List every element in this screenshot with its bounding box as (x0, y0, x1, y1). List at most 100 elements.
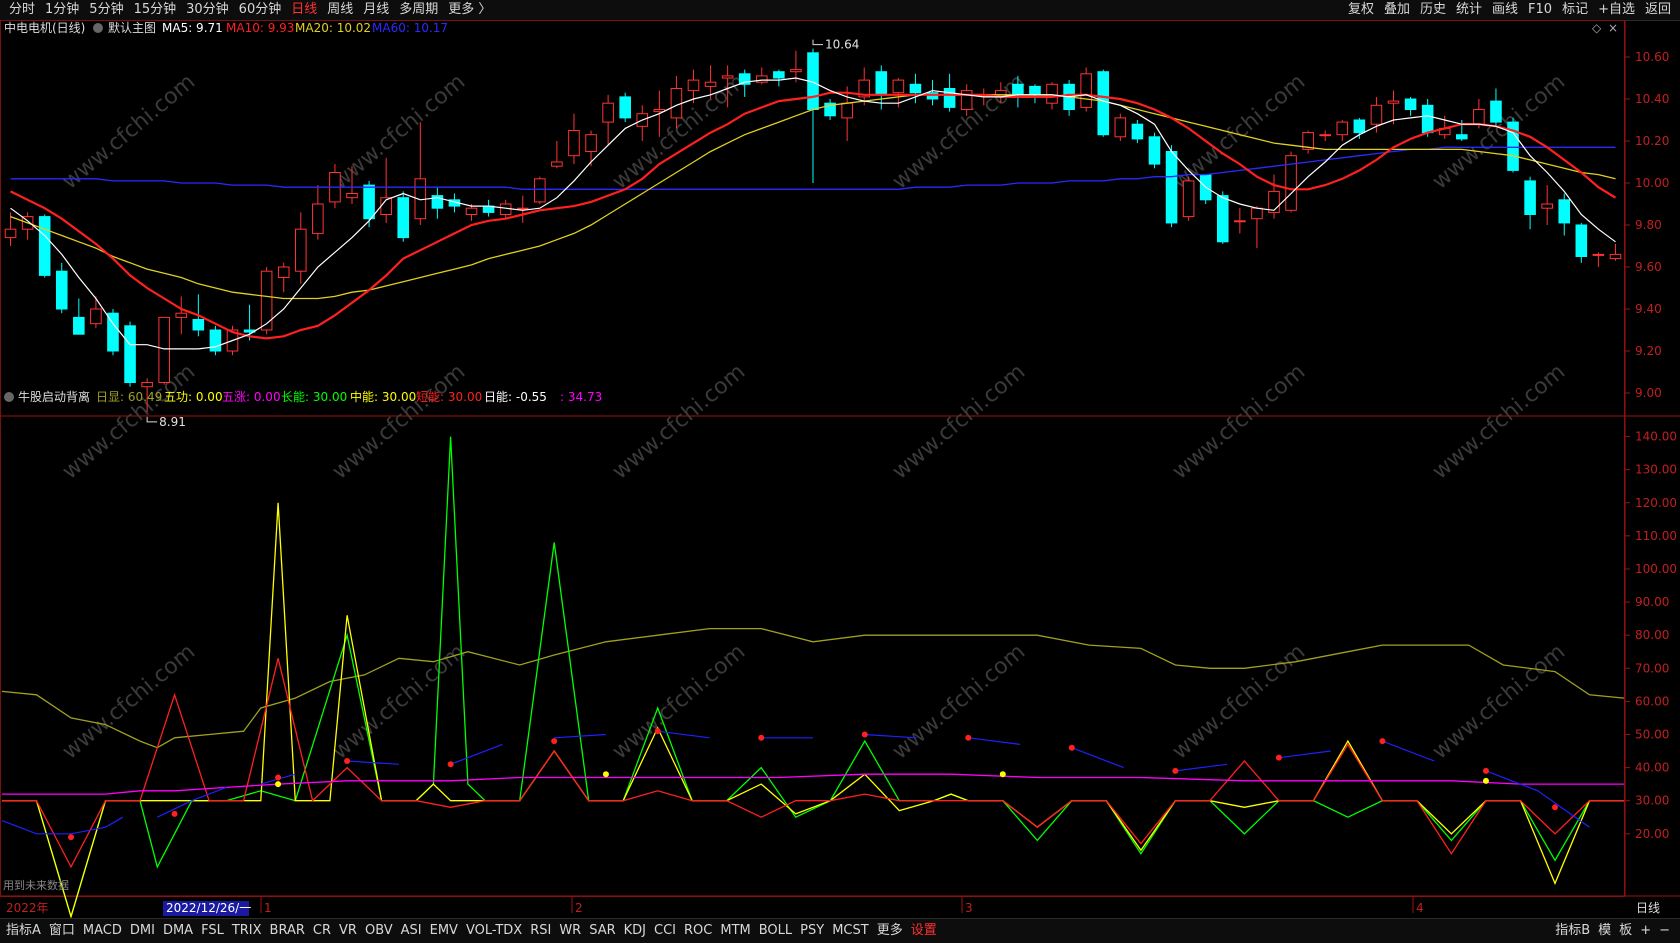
candle-body (1319, 134, 1332, 137)
watermark-text: www.cfchi.com (608, 359, 750, 484)
candle (1490, 88, 1502, 127)
bottom-tool-button[interactable]: + (1636, 922, 1655, 939)
indicator-tab[interactable]: BRAR (266, 922, 309, 939)
indicator-tab[interactable]: ASI (397, 922, 426, 939)
candle-body (90, 308, 102, 325)
indicator-tab[interactable]: CCI (650, 922, 680, 939)
indicator-tab[interactable]: OBV (361, 922, 397, 939)
signal-dot (447, 761, 454, 768)
indicator-tab[interactable]: MTM (716, 922, 754, 939)
indicator-tab[interactable]: MACD (79, 922, 126, 939)
period-tab[interactable]: 30分钟 (181, 2, 234, 18)
template-name[interactable]: 默认主图 (108, 20, 156, 35)
toolbar-button[interactable]: +自选 (1593, 2, 1640, 18)
period-tab[interactable]: 月线 (358, 2, 394, 18)
indicator-tab[interactable]: 窗口 (45, 922, 79, 939)
indicator-tab[interactable]: WR (555, 922, 585, 939)
period-tab[interactable]: 周线 (322, 2, 358, 18)
period-tab[interactable]: 多周期 (394, 2, 443, 18)
candle-body (1182, 180, 1195, 218)
candle-body (397, 197, 410, 239)
candle (1609, 243, 1622, 261)
toolbar-button[interactable]: 统计 (1451, 2, 1487, 18)
candle (551, 141, 563, 169)
diamond-icon[interactable]: ◇ (1592, 21, 1602, 35)
bottom-tool-button[interactable]: 指标B (1551, 922, 1594, 939)
candle-body (1097, 71, 1110, 136)
indicator-tab[interactable]: TRIX (228, 922, 266, 939)
candle (482, 199, 495, 217)
indicator-tab[interactable]: FSL (197, 922, 228, 939)
indicator-tab[interactable]: 更多 (873, 922, 907, 939)
indicator-menu-icon[interactable] (4, 392, 14, 402)
candle (755, 67, 768, 85)
candle (73, 298, 85, 335)
toolbar-button[interactable]: 标记 (1557, 2, 1593, 18)
period-tab[interactable]: 15分钟 (129, 2, 182, 18)
indicator-tab[interactable]: BOLL (755, 922, 796, 939)
indicator-tick-label: 140.00 (1635, 430, 1677, 444)
indicator-legend-item: : 34.73 (560, 390, 602, 404)
bottom-tool-button[interactable]: 模 (1594, 922, 1615, 939)
indicator-tab[interactable]: CR (309, 922, 335, 939)
candle-body (704, 81, 717, 87)
indicator-line (1, 627, 1625, 749)
watermark-text: www.cfchi.com (1168, 359, 1310, 484)
indicator-tab[interactable]: EMV (426, 922, 462, 939)
indicator-tab[interactable]: DMA (159, 922, 197, 939)
candle (1302, 130, 1314, 154)
candle-body (585, 134, 597, 152)
candle (619, 92, 631, 123)
watermark-text: www.cfchi.com (1428, 639, 1570, 764)
candle (380, 157, 392, 223)
signal-dot (1275, 754, 1282, 761)
indicator-tab[interactable]: RSI (526, 922, 555, 939)
toolbar-button[interactable]: 返回 (1640, 2, 1676, 18)
candle-body (516, 207, 529, 210)
candle (1507, 117, 1519, 173)
period-tab[interactable]: 60分钟 (234, 2, 287, 18)
candle-body (1148, 136, 1161, 165)
period-tab[interactable]: 更多 〉 (443, 2, 496, 18)
time-axis: 2022年 2022/12/26/一 1 2 3 4 日线 (6, 897, 1660, 916)
period-tab[interactable]: 1分钟 (40, 2, 84, 18)
template-icon[interactable] (93, 23, 103, 33)
candle (1131, 120, 1144, 144)
indicator-tab[interactable]: KDJ (620, 922, 650, 939)
indicator-tab[interactable]: DMI (126, 922, 159, 939)
period-tab[interactable]: 分时 (4, 2, 40, 18)
indicator-tab[interactable]: MCST (828, 922, 873, 939)
indicator-tab[interactable]: VOL-TDX (462, 922, 526, 939)
toolbar-button[interactable]: F10 (1523, 2, 1557, 18)
indicator-tab[interactable]: VR (335, 922, 361, 939)
indicator-tick-label: 70.00 (1635, 661, 1669, 675)
top-toolbar: 分时 1分钟 5分钟 15分钟 30分钟 60分钟 日线 周线 月线 多周期 更多 〉 复权 叠加 历史… (0, 0, 1680, 21)
indicator-tab[interactable]: 设置 (907, 922, 941, 939)
indicator-tab[interactable]: 指标A (2, 922, 45, 939)
candle (107, 309, 119, 356)
bottom-tool-button[interactable]: 板 (1615, 922, 1636, 939)
indicator-tab[interactable]: ROC (680, 922, 716, 939)
candle-body (141, 382, 153, 388)
indicator-legend-item: 五涨: 0.00 (222, 389, 281, 404)
candle-body (1370, 104, 1383, 125)
toolbar-button[interactable]: 叠加 (1379, 2, 1415, 18)
price-tick-label: 10.20 (1635, 134, 1669, 148)
close-icon[interactable]: × (1608, 21, 1618, 35)
signal-dot (1482, 777, 1489, 784)
candle-body (73, 316, 85, 335)
toolbar-button[interactable]: 画线 (1487, 2, 1523, 18)
candle-body (294, 228, 307, 272)
period-tab[interactable]: 5分钟 (84, 2, 128, 18)
bottom-tool-button[interactable]: − (1655, 922, 1674, 939)
indicator-tab[interactable]: SAR (585, 922, 619, 939)
watermark: www.cfchi.com www.cfchi.com www.cfchi.com w… (58, 69, 1570, 764)
indicator-legend-item: 五功: 0.00 (164, 390, 223, 404)
period-tab[interactable]: 日线 (286, 2, 322, 18)
indicator-tab[interactable]: PSY (796, 922, 828, 939)
toolbar-button[interactable]: 历史 (1415, 2, 1451, 18)
candle-body (909, 83, 922, 94)
toolbar-button[interactable]: 复权 (1343, 2, 1379, 18)
candle (1148, 132, 1161, 169)
candle-body (1029, 85, 1041, 96)
